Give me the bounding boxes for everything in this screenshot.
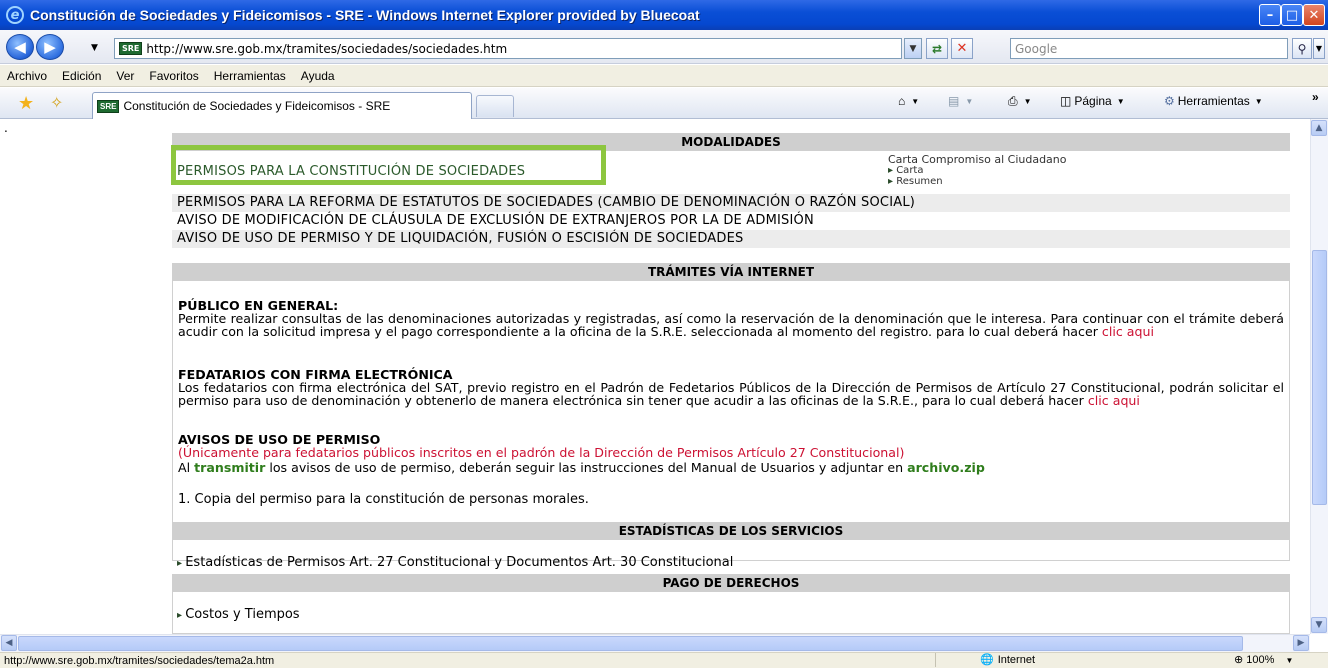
minimize-button[interactable]: – — [1259, 4, 1281, 26]
refresh-button[interactable]: ⇄ — [926, 38, 948, 59]
page-content: . MODALIDADES PERMISOS PARA LA CONSTITUC… — [0, 119, 1310, 634]
close-button[interactable]: ✕ — [1303, 4, 1325, 26]
search-input[interactable]: Google — [1010, 38, 1288, 59]
avisos-instructions: Al transmitir los avisos de uso de permi… — [178, 460, 985, 475]
tab-favicon-icon: SRE — [97, 99, 120, 113]
add-favorite-icon[interactable]: ✧ — [50, 93, 63, 112]
menu-archivo[interactable]: Archivo — [7, 69, 47, 83]
title-bar: e Constitución de Sociedades y Fideicomi… — [0, 0, 1328, 30]
scroll-up-arrow[interactable]: ▲ — [1311, 120, 1327, 136]
publico-text: Permite realizar consultas de las denomi… — [178, 311, 1284, 339]
home-icon[interactable]: ⌂ ▼ — [898, 94, 919, 108]
menu-ayuda[interactable]: Ayuda — [301, 69, 335, 83]
status-divider — [935, 653, 936, 667]
scroll-left-arrow[interactable]: ◀ — [1, 635, 17, 651]
costos-link[interactable]: ▸ Costos y Tiempos — [172, 607, 1290, 622]
carta-link[interactable]: ▸ Carta — [888, 165, 1067, 176]
new-tab-button[interactable] — [476, 95, 514, 117]
globe-icon: 🌐 — [980, 654, 994, 666]
page-icon: ◫ — [1060, 94, 1072, 108]
bullet-arrow-icon: ▸ — [177, 558, 186, 569]
fedatarios-text: Los fedatarios con firma electrónica del… — [178, 380, 1284, 408]
transmitir-link[interactable]: transmitir — [194, 460, 265, 475]
bullet-arrow-icon: ▸ — [177, 610, 186, 621]
gear-icon: ⚙ — [1164, 94, 1175, 108]
menu-bar: Archivo Edición Ver Favoritos Herramient… — [0, 65, 1328, 87]
history-dropdown-icon[interactable]: ▼ — [91, 43, 98, 53]
address-url[interactable]: http://www.sre.gob.mx/tramites/sociedade… — [146, 42, 507, 56]
tab-current[interactable]: SRE Constitución de Sociedades y Fideico… — [92, 92, 472, 119]
menu-ver[interactable]: Ver — [116, 69, 134, 83]
zoom-level[interactable]: ⊕ 100% ▼ — [1234, 653, 1293, 666]
back-button[interactable]: ◀ — [6, 34, 34, 60]
pago-header: PAGO DE DERECHOS — [172, 574, 1290, 592]
bullet-arrow-icon: ▸ — [888, 176, 897, 187]
estadisticas-header: ESTADÍSTICAS DE LOS SERVICIOS — [172, 522, 1290, 540]
vertical-scroll-thumb[interactable] — [1312, 250, 1327, 505]
page-menu-button[interactable]: ◫ Página ▼ — [1060, 94, 1125, 108]
ie-logo-icon: e — [6, 6, 24, 24]
modalidad-clausula-link[interactable]: AVISO DE MODIFICACIÓN DE CLÁUSULA DE EXC… — [172, 212, 1290, 230]
carta-compromiso-box: Carta Compromiso al Ciudadano ▸ Carta ▸ … — [888, 154, 1067, 187]
toolbar-overflow-icon[interactable]: » — [1312, 90, 1319, 104]
estadisticas-link[interactable]: ▸ Estadísticas de Permisos Art. 27 Const… — [172, 555, 1290, 570]
avisos-note: (Únicamente para fedatarios públicos ins… — [178, 445, 905, 460]
maximize-button[interactable]: □ — [1281, 4, 1303, 26]
archivo-zip-link[interactable]: archivo.zip — [907, 460, 985, 475]
site-favicon-icon: SRE — [119, 42, 143, 55]
menu-favoritos[interactable]: Favoritos — [149, 69, 198, 83]
scroll-right-arrow[interactable]: ▶ — [1293, 635, 1309, 651]
publico-clic-aqui-link[interactable]: clic aqui — [1102, 324, 1154, 339]
modalidad-aviso-uso-link[interactable]: AVISO DE USO DE PERMISO Y DE LIQUIDACIÓN… — [172, 230, 1290, 248]
security-zone[interactable]: 🌐 Internet — [980, 653, 1035, 667]
modalidad-reforma-link[interactable]: PERMISOS PARA LA REFORMA DE ESTATUTOS DE… — [172, 194, 1290, 212]
search-options-dropdown[interactable]: ▼ — [1313, 38, 1325, 59]
tab-bar: ★ ✧ SRE Constitución de Sociedades y Fid… — [0, 88, 1328, 119]
scroll-down-arrow[interactable]: ▼ — [1311, 617, 1327, 633]
status-bar: http://www.sre.gob.mx/tramites/sociedade… — [0, 652, 1328, 668]
tools-menu-button[interactable]: ⚙ Herramientas ▼ — [1164, 94, 1263, 108]
address-dropdown-button[interactable]: ▼ — [904, 38, 922, 59]
stray-dot: . — [4, 121, 8, 135]
fedatarios-clic-aqui-link[interactable]: clic aqui — [1088, 393, 1140, 408]
carta-compromiso-title: Carta Compromiso al Ciudadano — [888, 153, 1067, 166]
resumen-link[interactable]: ▸ Resumen — [888, 176, 1067, 187]
horizontal-scroll-thumb[interactable] — [18, 636, 1243, 651]
feeds-icon[interactable]: ▤ ▼ — [948, 94, 973, 108]
search-icon[interactable]: ⚲ — [1292, 38, 1312, 59]
tab-title: Constitución de Sociedades y Fideicomiso… — [123, 99, 391, 113]
menu-herramientas[interactable]: Herramientas — [214, 69, 286, 83]
bullet-arrow-icon: ▸ — [888, 165, 897, 176]
menu-edicion[interactable]: Edición — [62, 69, 101, 83]
avisos-item-1: 1. Copia del permiso para la constitució… — [178, 492, 589, 507]
highlight-frame — [171, 145, 606, 185]
tramites-header: TRÁMITES VÍA INTERNET — [172, 263, 1290, 281]
stop-button[interactable]: ✕ — [951, 38, 973, 59]
status-url: http://www.sre.gob.mx/tramites/sociedade… — [4, 654, 275, 667]
favorites-star-icon[interactable]: ★ — [18, 93, 34, 114]
print-icon[interactable]: ⎙ ▼ — [1008, 94, 1032, 109]
window-title: Constitución de Sociedades y Fideicomiso… — [30, 7, 700, 23]
forward-button[interactable]: ▶ — [36, 34, 64, 60]
zoom-icon: ⊕ — [1234, 654, 1244, 666]
address-bar[interactable]: SRE http://www.sre.gob.mx/tramites/socie… — [114, 38, 902, 59]
